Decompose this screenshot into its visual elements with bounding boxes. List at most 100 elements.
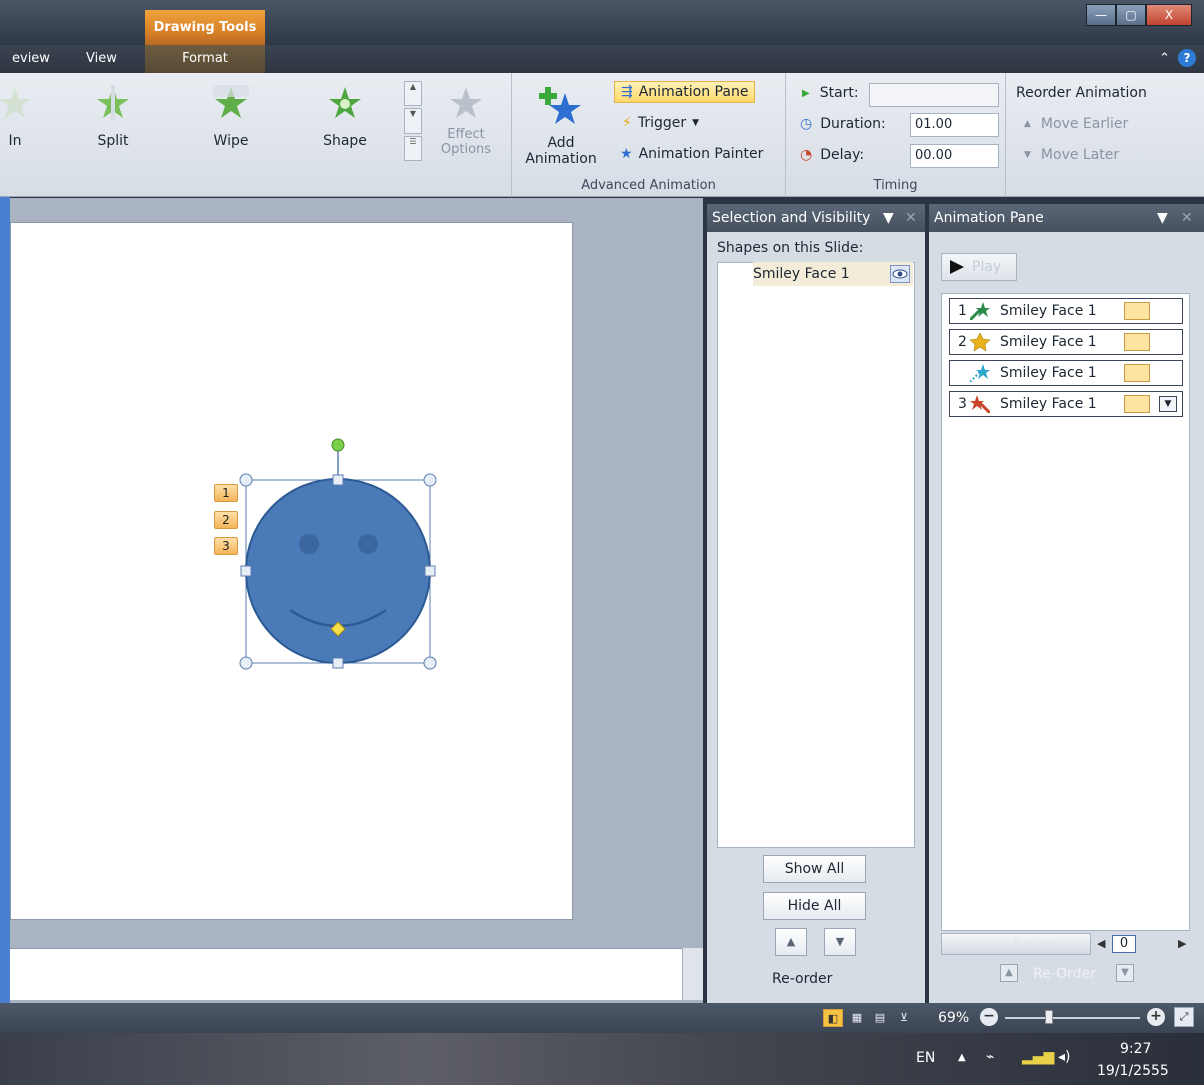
add-animation-label-2: Animation [525,151,597,167]
seconds-dropdown[interactable]: Seconds [941,933,1091,955]
pane-close-icon[interactable]: ✕ [905,204,917,232]
delay-input[interactable]: 00.00 [910,144,999,168]
minimize-button[interactable]: — [1086,4,1116,26]
zoom-percentage[interactable]: 69% [938,1010,969,1026]
timeline-zoom-value[interactable]: 0 [1112,935,1136,953]
language-indicator[interactable]: EN [916,1050,935,1066]
animation-painter-label: Animation Painter [638,146,764,162]
gallery-item-label: Wipe [213,133,249,149]
animation-item-label: Smiley Face 1 [1000,334,1097,350]
hide-all-button[interactable]: Hide All [763,892,866,920]
tab-review[interactable]: eview [0,45,62,73]
network-plug-icon[interactable]: ⌁ [986,1049,994,1065]
timeline-scroll-right-icon[interactable]: ▶ [1178,937,1186,950]
exit-star-icon [970,395,990,413]
chevron-down-icon: ▼ [692,118,700,128]
animation-list-item[interactable]: 1 Smiley Face 1 [949,298,1183,324]
item-dropdown-chevron-icon[interactable]: ▼ [1159,396,1177,412]
shapes-list [717,262,915,848]
clock-date[interactable]: 19/1/2555 [1097,1063,1169,1079]
reorder-title: Reorder Animation [1016,85,1147,101]
reorder-up-icon[interactable]: ▲ [1000,964,1018,982]
effect-options-label-1: Effect [447,127,485,142]
reorder-down-icon[interactable]: ▼ [1116,964,1134,982]
start-row: ▶ Start: [802,85,859,101]
duration-input[interactable]: 01.00 [910,113,999,137]
reorder-label: Re-order [772,971,833,987]
animation-order-number: 1 [958,303,967,319]
animation-pane-label: Animation Pane [638,84,749,100]
animation-list-item[interactable]: Smiley Face 1 [949,360,1183,386]
drawing-tools-context-label: Drawing Tools [145,10,265,45]
zoom-slider-track[interactable] [1005,1017,1140,1019]
clock-time[interactable]: 9:27 [1120,1041,1151,1057]
tab-format[interactable]: Format [145,45,265,73]
notes-pane[interactable] [10,948,682,1000]
gallery-item-label: Split [97,133,129,149]
pane-close-icon[interactable]: ✕ [1181,204,1193,232]
smiley-face-shape[interactable] [232,432,442,677]
move-earlier-label: Move Earlier [1040,116,1129,132]
trigger-lightning-icon: ⚡ [622,115,632,131]
help-icon[interactable]: ? [1178,49,1196,67]
move-down-button[interactable]: ▼ [824,928,856,956]
move-later-button[interactable]: ▼ Move Later [1024,147,1119,163]
shapes-on-slide-label: Shapes on this Slide: [717,240,864,256]
restore-button[interactable]: ▢ [1116,4,1146,26]
notes-scrollbar[interactable] [682,948,703,1000]
animation-gallery-group: In Split Wipe Shape ▲ ▼ ☰ Effect Options [0,73,512,197]
effect-options-button[interactable]: Effect Options [426,85,506,157]
gallery-item-split[interactable]: Split [68,85,158,149]
animation-list-item[interactable]: 2 Smiley Face 1 [949,329,1183,355]
fit-to-window-icon[interactable]: ⤢ [1174,1007,1194,1027]
gallery-scroll-down-icon[interactable]: ▼ [404,108,422,134]
arrow-down-icon: ▼ [1024,150,1031,160]
reorder-label: Re-Order [1033,966,1096,982]
gallery-item-shape[interactable]: Shape [300,85,390,149]
animation-painter-button[interactable]: ★ Animation Painter [620,146,763,162]
pane-menu-chevron-icon[interactable]: ▼ [883,204,894,232]
show-all-button[interactable]: Show All [763,855,866,883]
tab-view[interactable]: View [74,45,129,73]
close-button[interactable]: X [1146,4,1192,26]
gallery-item-label: Shape [323,133,367,149]
gallery-scroll-up-icon[interactable]: ▲ [404,81,422,107]
gallery-item-fly-in[interactable]: In [0,85,60,149]
show-hidden-icons-icon[interactable]: ▲ [958,1052,966,1063]
animation-list-item[interactable]: 3 Smiley Face 1 ▼ [949,391,1183,417]
slide-show-view-icon[interactable]: ⊻ [894,1009,914,1027]
arrow-up-icon: ▲ [1024,119,1031,129]
gallery-item-wipe[interactable]: Wipe [186,85,276,149]
shape-star-icon [329,87,361,118]
zoom-in-icon[interactable]: + [1147,1008,1165,1026]
normal-view-icon[interactable]: ◧ [823,1009,843,1027]
selection-pane-header: Selection and Visibility ▼ ✕ [707,204,925,232]
arrow-up-icon: ▲ [786,935,796,948]
slide-sorter-view-icon[interactable]: ▦ [847,1009,867,1027]
timeline-bar [1124,333,1150,351]
zoom-out-icon[interactable]: − [980,1008,998,1026]
minimize-ribbon-icon[interactable]: ⌃ [1159,51,1170,66]
move-earlier-button[interactable]: ▲ Move Earlier [1024,116,1128,132]
animation-list [941,293,1190,931]
add-animation-button[interactable]: Add Animation [516,85,606,167]
animation-item-label: Smiley Face 1 [1000,396,1097,412]
gallery-more-icon[interactable]: ☰ [404,135,422,161]
signal-strength-icon[interactable]: ▂▄▆ [1022,1049,1054,1065]
trigger-button[interactable]: ⚡ Trigger ▼ [622,115,699,131]
reading-view-icon[interactable]: ▤ [870,1009,890,1027]
pane-menu-chevron-icon[interactable]: ▼ [1157,204,1168,232]
move-up-button[interactable]: ▲ [775,928,807,956]
add-animation-label-1: Add [547,135,575,151]
timeline-scroll-left-icon[interactable]: ◀ [1097,937,1105,950]
entrance-star-icon [970,302,990,320]
volume-icon[interactable]: ◂) [1058,1049,1071,1065]
play-icon [950,260,964,274]
animation-pane-button[interactable]: ⇶ Animation Pane [614,81,756,103]
shape-list-item[interactable]: Smiley Face 1 [753,262,913,286]
gallery-scrollbar[interactable]: ▲ ▼ ☰ [404,81,422,161]
visibility-eye-icon[interactable] [890,265,910,283]
delay-label: Delay: [820,147,865,163]
zoom-slider-knob[interactable] [1045,1010,1053,1024]
start-select[interactable] [869,83,999,107]
